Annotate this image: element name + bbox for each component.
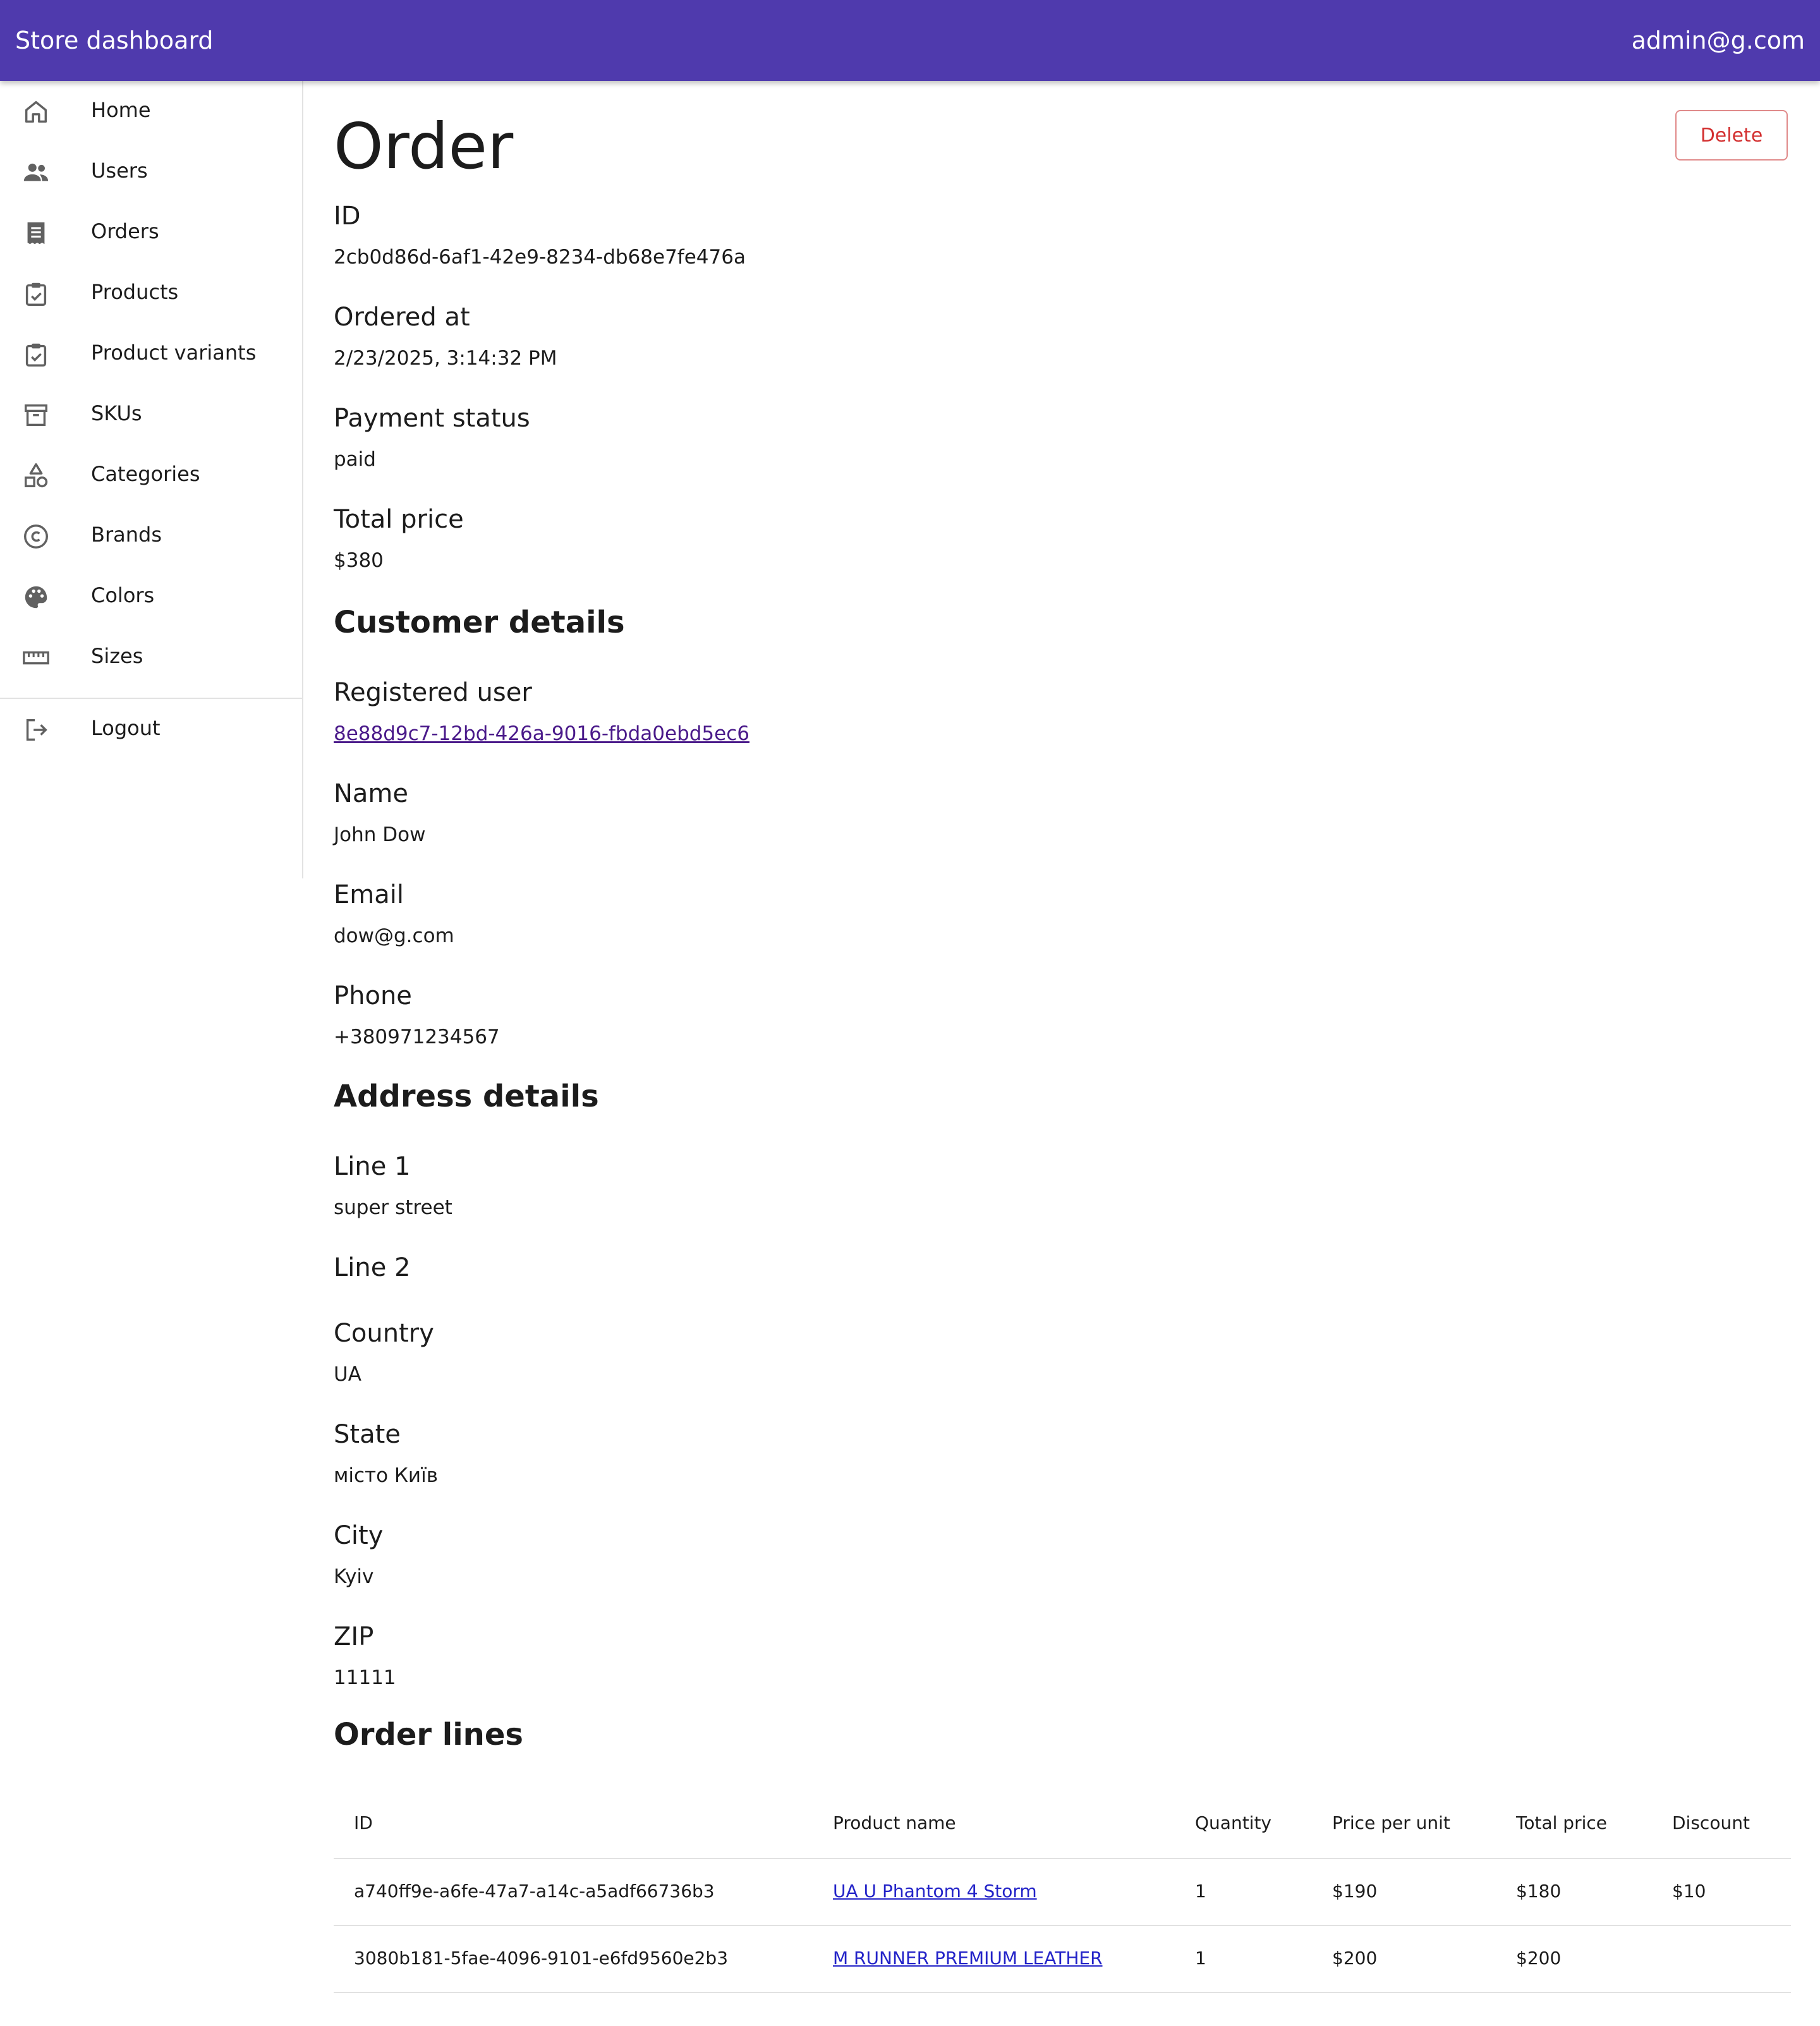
sidebar-item-orders[interactable]: Orders bbox=[0, 202, 302, 263]
clipboard-check-icon bbox=[21, 340, 51, 369]
sidebar-item-label: Users bbox=[91, 159, 148, 183]
customer-name: John Dow bbox=[334, 823, 426, 846]
table-row: 3080b181-5fae-4096-9101-e6fd9560e2b3 M R… bbox=[334, 1926, 1791, 1993]
order-line-total-price: $180 bbox=[1516, 1881, 1562, 1902]
column-header-discount: Discount bbox=[1672, 1812, 1750, 1833]
sidebar-item-colors[interactable]: Colors bbox=[0, 566, 302, 627]
sidebar-item-skus[interactable]: SKUs bbox=[0, 384, 302, 445]
sidebar-item-label: Home bbox=[91, 98, 151, 122]
sidebar-item-home[interactable]: Home bbox=[0, 81, 302, 142]
payment-status: paid bbox=[334, 448, 376, 471]
users-icon bbox=[21, 158, 51, 187]
field-label-phone: Phone bbox=[334, 981, 412, 1010]
sidebar-item-label: Sizes bbox=[91, 644, 143, 668]
customer-email: dow@g.com bbox=[334, 925, 454, 947]
field-label-email: Email bbox=[334, 880, 404, 909]
order-line-product-link[interactable]: UA U Phantom 4 Storm bbox=[833, 1881, 1037, 1902]
field-label-id: ID bbox=[334, 202, 361, 231]
order-line-total-price: $200 bbox=[1516, 1948, 1562, 1968]
archive-icon bbox=[21, 401, 51, 430]
address-state: місто Київ bbox=[334, 1464, 438, 1487]
sidebar-item-products[interactable]: Products bbox=[0, 263, 302, 324]
order-line-quantity: 1 bbox=[1195, 1881, 1206, 1902]
total-price: $380 bbox=[334, 549, 384, 572]
field-label-zip: ZIP bbox=[334, 1622, 374, 1651]
app-bar: Store dashboard admin@g.com bbox=[0, 0, 1820, 81]
sidebar-item-categories[interactable]: Categories bbox=[0, 445, 302, 506]
column-header-product-name: Product name bbox=[833, 1812, 956, 1833]
field-label-payment-status: Payment status bbox=[334, 404, 530, 433]
order-line-price-per-unit: $190 bbox=[1332, 1881, 1378, 1902]
field-label-state: State bbox=[334, 1420, 401, 1449]
field-label-country: Country bbox=[334, 1319, 434, 1348]
order-line-id: 3080b181-5fae-4096-9101-e6fd9560e2b3 bbox=[354, 1948, 729, 1968]
field-label-total-price: Total price bbox=[334, 505, 464, 534]
order-line-quantity: 1 bbox=[1195, 1948, 1206, 1968]
palette-icon bbox=[21, 583, 51, 612]
address-city: Kyiv bbox=[334, 1565, 374, 1588]
logout-icon bbox=[21, 715, 51, 744]
field-label-line1: Line 1 bbox=[334, 1152, 411, 1181]
field-label-city: City bbox=[334, 1521, 384, 1550]
sidebar-item-users[interactable]: Users bbox=[0, 142, 302, 202]
home-icon bbox=[21, 97, 51, 126]
field-label-name: Name bbox=[334, 779, 409, 808]
clipboard-check-icon bbox=[21, 279, 51, 308]
page-title: Order bbox=[334, 109, 514, 183]
sidebar-item-label: Categories bbox=[91, 462, 200, 486]
sidebar-item-label: SKUs bbox=[91, 401, 142, 425]
shapes-icon bbox=[21, 461, 51, 490]
order-line-discount: $10 bbox=[1672, 1881, 1706, 1902]
sidebar-item-label: Logout bbox=[91, 716, 161, 740]
order-lines-heading: Order lines bbox=[334, 1717, 523, 1752]
sidebar-item-product-variants[interactable]: Product variants bbox=[0, 324, 302, 384]
sidebar-item-label: Product variants bbox=[91, 341, 257, 365]
sidebar-item-sizes[interactable]: Sizes bbox=[0, 627, 302, 688]
order-line-id: a740ff9e-a6fe-47a7-a14c-a5adf66736b3 bbox=[354, 1881, 715, 1902]
customer-details-heading: Customer details bbox=[334, 605, 625, 640]
field-label-registered-user: Registered user bbox=[334, 678, 532, 707]
address-country: UA bbox=[334, 1363, 361, 1386]
sidebar-item-brands[interactable]: Brands bbox=[0, 506, 302, 566]
table-row: a740ff9e-a6fe-47a7-a14c-a5adf66736b3 UA … bbox=[334, 1859, 1791, 1926]
field-label-line2: Line 2 bbox=[334, 1253, 411, 1282]
sidebar-item-label: Brands bbox=[91, 523, 162, 547]
address-line1: super street bbox=[334, 1196, 452, 1219]
receipt-icon bbox=[21, 219, 51, 248]
ruler-icon bbox=[21, 643, 51, 672]
delete-button[interactable]: Delete bbox=[1675, 110, 1788, 161]
registered-user-link[interactable]: 8e88d9c7-12bd-426a-9016-fbda0ebd5ec6 bbox=[334, 719, 749, 748]
order-id: 2cb0d86d-6af1-42e9-8234-db68e7fe476a bbox=[334, 246, 746, 269]
address-zip: 11111 bbox=[334, 1666, 396, 1689]
app-title: Store dashboard bbox=[15, 27, 214, 54]
address-details-heading: Address details bbox=[334, 1079, 599, 1114]
user-email[interactable]: admin@g.com bbox=[1632, 24, 1805, 57]
column-header-id: ID bbox=[354, 1812, 373, 1833]
column-header-total-price: Total price bbox=[1516, 1812, 1607, 1833]
order-line-product-link[interactable]: M RUNNER PREMIUM LEATHER bbox=[833, 1948, 1103, 1968]
field-label-ordered-at: Ordered at bbox=[334, 303, 470, 332]
customer-phone: +380971234567 bbox=[334, 1026, 500, 1048]
sidebar-item-label: Products bbox=[91, 280, 179, 304]
column-header-price-per-unit: Price per unit bbox=[1332, 1812, 1450, 1833]
copyright-icon bbox=[21, 522, 51, 551]
sidebar-item-logout[interactable]: Logout bbox=[0, 699, 302, 760]
column-header-quantity: Quantity bbox=[1195, 1812, 1271, 1833]
ordered-at: 2/23/2025, 3:14:32 PM bbox=[334, 347, 557, 370]
order-line-price-per-unit: $200 bbox=[1332, 1948, 1378, 1968]
sidebar: Home Users Orders Products Product varia… bbox=[0, 81, 303, 878]
sidebar-item-label: Orders bbox=[91, 219, 159, 243]
sidebar-item-label: Colors bbox=[91, 583, 155, 607]
table-header-row: ID Product name Quantity Price per unit … bbox=[334, 1788, 1791, 1859]
